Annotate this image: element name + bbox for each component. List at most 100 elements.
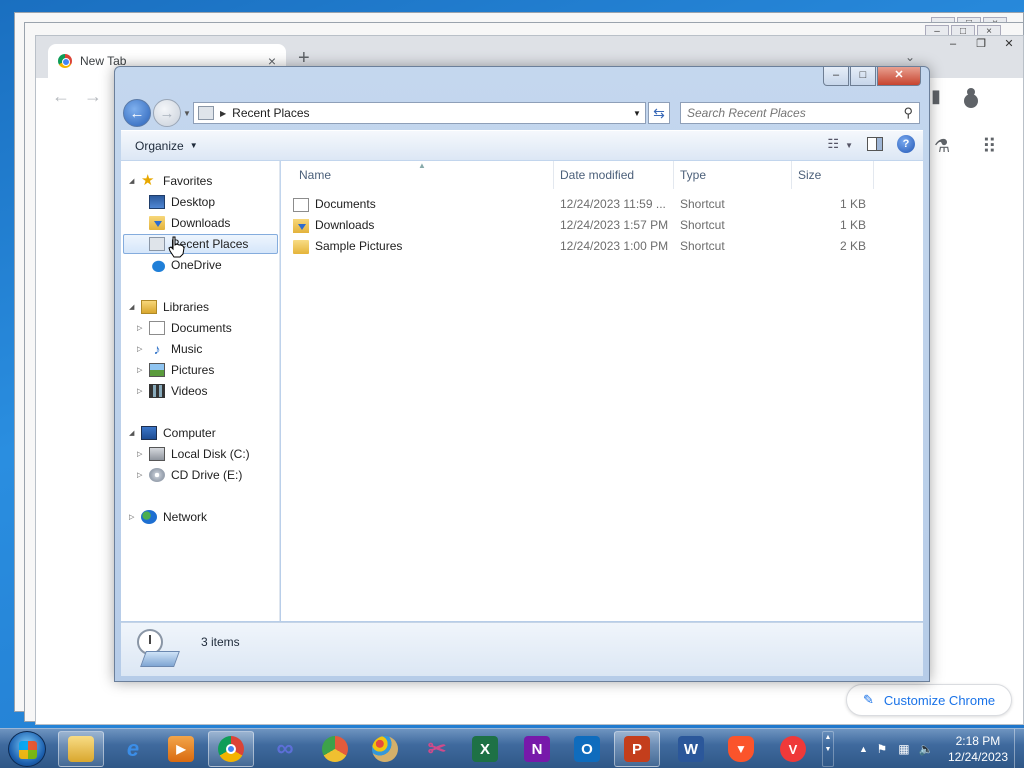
file-row[interactable]: Downloads 12/24/2023 1:57 PM Shortcut 1 … bbox=[293, 215, 873, 236]
nav-label: Network bbox=[163, 510, 208, 524]
taskbar-paint[interactable] bbox=[362, 731, 408, 767]
back-arrow-icon[interactable]: ← bbox=[52, 86, 70, 107]
address-bar[interactable]: ▶ Recent Places ▼ bbox=[193, 102, 646, 124]
apps-grid-icon[interactable]: ⠿ bbox=[982, 134, 997, 159]
taskbar-vivaldi[interactable]: V bbox=[770, 731, 816, 767]
file-name-cell[interactable]: Downloads bbox=[293, 218, 374, 233]
expand-arrow-icon[interactable]: ▷ bbox=[129, 513, 139, 521]
expand-arrow-icon[interactable]: ▷ bbox=[137, 387, 147, 395]
customize-chrome-button[interactable]: ✎ Customize Chrome bbox=[846, 684, 1013, 716]
expand-arrow-icon[interactable]: ▷ bbox=[137, 345, 147, 353]
nav-recent-places[interactable]: Recent Places bbox=[123, 234, 278, 254]
nav-label: CD Drive (E:) bbox=[171, 468, 243, 482]
close-button[interactable]: ✕ bbox=[877, 67, 921, 86]
file-name-cell[interactable]: Sample Pictures bbox=[293, 239, 402, 254]
nav-favorites[interactable]: ◢ ★ Favorites bbox=[129, 171, 212, 191]
file-name: Documents bbox=[315, 197, 376, 211]
close-icon[interactable]: ✕ bbox=[995, 36, 1023, 52]
volume-muted-icon[interactable]: 🔈 bbox=[918, 742, 934, 756]
taskbar-media-player[interactable]: ▶ bbox=[158, 731, 204, 767]
show-hidden-icons-icon[interactable]: ▲ bbox=[859, 744, 868, 754]
expand-arrow-icon[interactable]: ▷ bbox=[137, 366, 147, 374]
nav-library-videos[interactable]: ▷ Videos bbox=[137, 381, 207, 401]
forward-button[interactable]: → bbox=[153, 99, 181, 127]
organize-button[interactable]: Organize ▼ bbox=[135, 139, 198, 153]
expand-arrow-icon[interactable]: ▷ bbox=[137, 471, 147, 479]
file-name-cell[interactable]: Documents bbox=[293, 197, 376, 212]
maximize-icon[interactable]: ❐ bbox=[967, 36, 995, 52]
nav-libraries[interactable]: ◢ Libraries bbox=[129, 297, 209, 317]
taskbar-internet-explorer[interactable]: e bbox=[110, 731, 156, 767]
breadcrumb-separator-icon[interactable]: ▶ bbox=[220, 109, 226, 118]
change-view-button[interactable]: ☷ ▼ bbox=[827, 136, 853, 152]
cd-drive-icon bbox=[149, 468, 165, 482]
nav-computer[interactable]: ◢ Computer bbox=[129, 423, 216, 443]
nav-network[interactable]: ▷ Network bbox=[129, 507, 207, 527]
recent-places-large-icon bbox=[135, 629, 180, 671]
taskbar-chrome[interactable] bbox=[208, 731, 254, 767]
refresh-button[interactable]: ⇆ bbox=[648, 102, 670, 124]
vivaldi-icon: V bbox=[780, 736, 806, 762]
taskbar-infinity-app[interactable]: ∞ bbox=[262, 731, 308, 767]
scissors-icon: ✂ bbox=[427, 736, 447, 761]
nav-label: Documents bbox=[171, 321, 232, 335]
taskbar-onenote[interactable]: N bbox=[514, 731, 560, 767]
taskbar-excel[interactable]: X bbox=[462, 731, 508, 767]
search-icon[interactable]: ⚲ bbox=[903, 105, 913, 121]
maximize-button[interactable]: □ bbox=[850, 67, 876, 86]
search-input[interactable] bbox=[687, 106, 904, 120]
taskbar-outlook[interactable]: O bbox=[564, 731, 610, 767]
expand-arrow-icon[interactable]: ▷ bbox=[137, 450, 147, 458]
address-path[interactable]: Recent Places bbox=[232, 106, 623, 120]
preview-pane-icon[interactable] bbox=[867, 137, 883, 151]
side-panel-icon[interactable]: ▮ bbox=[931, 86, 941, 107]
taskbar-snipping-tool[interactable]: ✂ bbox=[414, 731, 460, 767]
nav-desktop[interactable]: Desktop bbox=[149, 192, 215, 212]
network-status-icon[interactable]: ▦ bbox=[896, 742, 912, 756]
nav-local-disk[interactable]: ▷ Local Disk (C:) bbox=[137, 444, 250, 464]
labs-flask-icon[interactable]: ⚗ bbox=[934, 136, 950, 157]
recent-pages-dropdown-icon[interactable]: ▼ bbox=[183, 109, 191, 118]
column-header-size[interactable]: Size bbox=[792, 161, 874, 189]
search-box[interactable]: ⚲ bbox=[680, 102, 920, 124]
minimize-button[interactable]: – bbox=[823, 67, 849, 86]
expand-arrow-icon[interactable]: ▷ bbox=[137, 324, 147, 332]
nav-downloads[interactable]: Downloads bbox=[149, 213, 230, 233]
column-header-date-modified[interactable]: Date modified bbox=[554, 161, 674, 189]
start-button[interactable] bbox=[8, 731, 46, 767]
taskbar-word[interactable]: W bbox=[668, 731, 714, 767]
column-header-type[interactable]: Type bbox=[674, 161, 792, 189]
taskbar-file-explorer[interactable] bbox=[58, 731, 104, 767]
collapse-arrow-icon[interactable]: ◢ bbox=[129, 303, 139, 311]
view-details-icon: ☷ bbox=[827, 136, 840, 151]
nav-cd-drive[interactable]: ▷ CD Drive (E:) bbox=[137, 465, 242, 485]
show-desktop-button[interactable] bbox=[1014, 729, 1024, 768]
nav-library-documents[interactable]: ▷ Documents bbox=[137, 318, 232, 338]
collapse-arrow-icon[interactable]: ◢ bbox=[129, 429, 139, 437]
minimize-icon[interactable]: – bbox=[939, 36, 967, 52]
nav-library-pictures[interactable]: ▷ Pictures bbox=[137, 360, 214, 380]
collapse-arrow-icon[interactable]: ◢ bbox=[129, 177, 139, 185]
file-size: 2 KB bbox=[839, 239, 866, 253]
nav-library-music[interactable]: ▷ ♪ Music bbox=[137, 339, 202, 359]
action-center-flag-icon[interactable]: ⚑ bbox=[874, 742, 890, 756]
new-tab-button[interactable]: + bbox=[298, 48, 310, 68]
back-button[interactable]: ← bbox=[123, 99, 151, 127]
file-row[interactable]: Sample Pictures 12/24/2023 1:00 PM Short… bbox=[293, 236, 873, 257]
taskbar-chrome-green[interactable] bbox=[312, 731, 358, 767]
tab-search-chevron-icon[interactable]: ⌄ bbox=[905, 50, 915, 64]
file-row[interactable]: Documents 12/24/2023 11:59 ... Shortcut … bbox=[293, 194, 873, 215]
column-label: Date modified bbox=[560, 168, 635, 182]
taskbar-scroll-buttons[interactable]: ▲ ▼ bbox=[822, 731, 834, 767]
address-dropdown-icon[interactable]: ▼ bbox=[629, 109, 645, 118]
system-clock[interactable]: 2:18 PM 12/24/2023 bbox=[948, 733, 1008, 765]
videos-film-icon bbox=[149, 384, 165, 398]
forward-arrow-icon[interactable]: → bbox=[84, 86, 102, 107]
taskbar-brave[interactable]: ▼ bbox=[718, 731, 764, 767]
nav-label: Favorites bbox=[163, 174, 213, 188]
help-icon[interactable]: ? bbox=[897, 135, 915, 153]
taskbar-powerpoint[interactable]: P bbox=[614, 731, 660, 767]
nav-onedrive[interactable]: OneDrive bbox=[149, 255, 222, 275]
view-dropdown-icon[interactable]: ▼ bbox=[845, 141, 853, 150]
explorer-window: – □ ✕ ← → ▼ ▶ Recent Places ▼ ⇆ ⚲ Organi… bbox=[114, 66, 930, 682]
